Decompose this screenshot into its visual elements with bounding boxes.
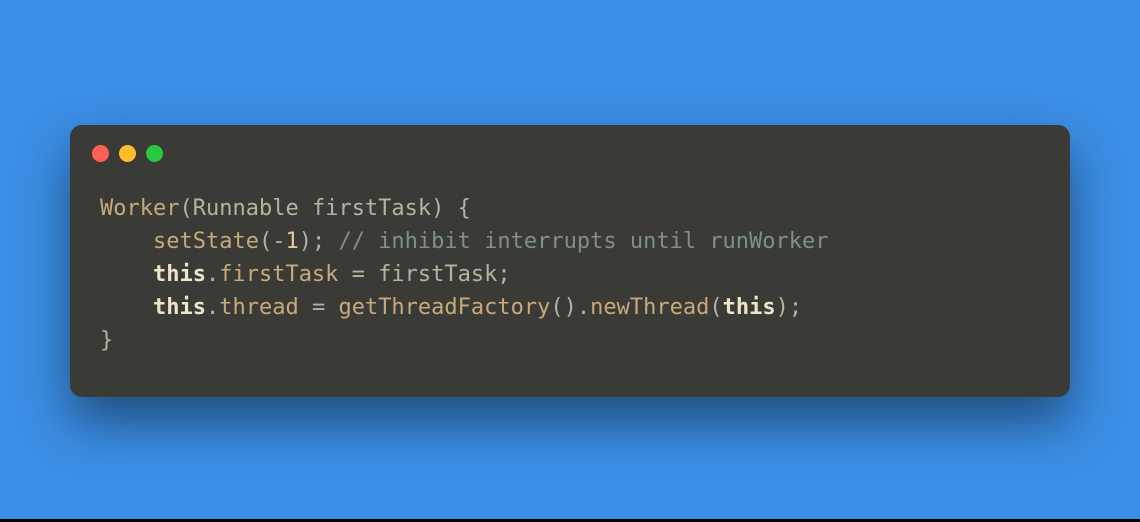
code-window: Worker(Runnable firstTask) { setState(-1… (70, 125, 1070, 397)
close-icon[interactable] (92, 145, 109, 162)
code-token: setState (153, 229, 259, 254)
code-token: (- (259, 229, 286, 254)
code-token: newThread (590, 295, 709, 320)
minimize-icon[interactable] (119, 145, 136, 162)
code-token: ( (179, 196, 192, 221)
code-token (100, 262, 153, 287)
code-block: Worker(Runnable firstTask) { setState(-1… (70, 162, 1070, 397)
code-token: ; (497, 262, 510, 287)
code-token: Worker (100, 196, 179, 221)
code-token: ( (709, 295, 722, 320)
code-token: ); (776, 295, 803, 320)
code-token: = (338, 262, 378, 287)
code-comment: // inhibit interrupts until runWorker (338, 229, 828, 254)
maximize-icon[interactable] (146, 145, 163, 162)
code-token: Runnable (193, 196, 299, 221)
code-token: . (206, 295, 219, 320)
code-token: 1 (285, 229, 298, 254)
code-token: getThreadFactory (338, 295, 550, 320)
code-token: } (100, 328, 113, 353)
code-keyword: this (153, 295, 206, 320)
code-token: ); (299, 229, 326, 254)
window-titlebar (70, 125, 1070, 162)
code-token: = (299, 295, 339, 320)
code-token: firstTask (219, 262, 338, 287)
code-token (100, 229, 153, 254)
code-token (299, 196, 312, 221)
code-token: (). (550, 295, 590, 320)
code-keyword: this (153, 262, 206, 287)
code-token (325, 229, 338, 254)
code-token: firstTask (378, 262, 497, 287)
code-token: . (206, 262, 219, 287)
code-token: ) { (431, 196, 471, 221)
code-token (100, 295, 153, 320)
code-token: firstTask (312, 196, 431, 221)
code-token: thread (219, 295, 298, 320)
code-keyword: this (723, 295, 776, 320)
